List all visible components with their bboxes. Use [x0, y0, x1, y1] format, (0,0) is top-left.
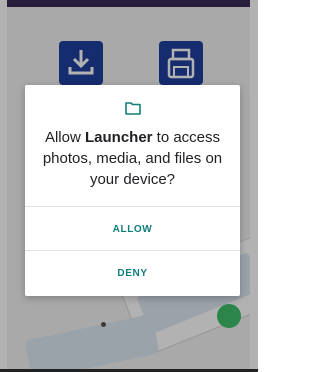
app-name: Launcher: [84, 129, 153, 146]
deny-button[interactable]: DENY: [25, 251, 240, 295]
permission-message: Allow Launcher to access photos, media, …: [35, 127, 230, 190]
folder-icon: [125, 101, 141, 115]
permission-dialog: Allow Launcher to access photos, media, …: [25, 85, 240, 296]
message-prefix: Allow: [44, 129, 85, 146]
allow-button[interactable]: ALLOW: [25, 207, 240, 251]
